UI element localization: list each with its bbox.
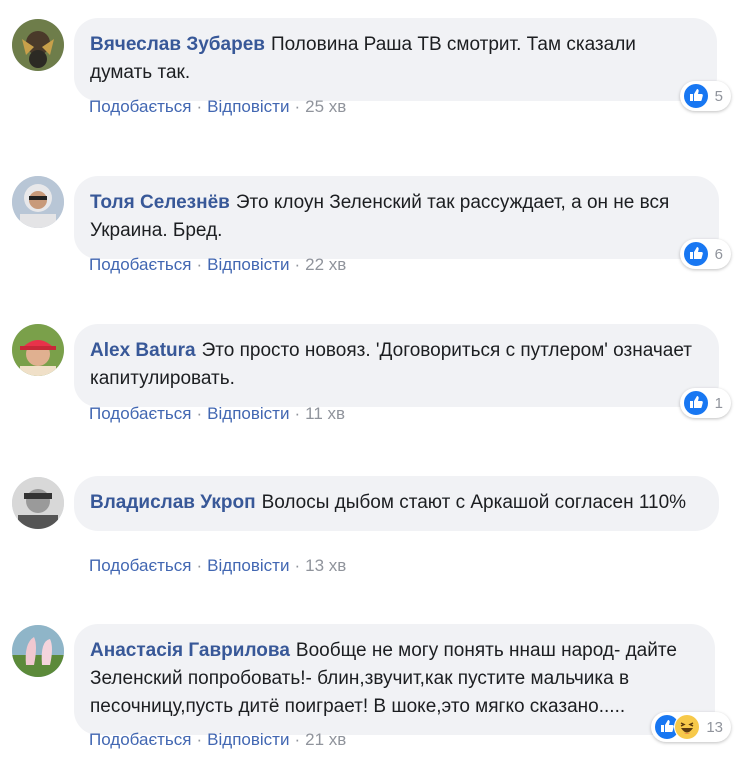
separator: ·	[196, 556, 203, 575]
comment-bubble: Alex Batura Это просто новояз. 'Договорит…	[74, 324, 719, 407]
avatar[interactable]	[12, 625, 64, 677]
like-icon	[682, 390, 709, 416]
reaction-count: 5	[714, 87, 723, 105]
comment-author[interactable]: Толя Селезнёв	[90, 192, 230, 213]
comment-actions: Подобається · Відповісти · 11 хв	[89, 404, 345, 424]
comment-bubble: Анастасія Гаврилова Вообще не могу понять…	[74, 624, 715, 735]
comment-actions: Подобається · Відповісти · 22 хв	[89, 255, 346, 275]
comment-actions: Подобається · Відповісти · 21 хв	[89, 730, 346, 750]
like-icon	[682, 241, 709, 267]
separator: ·	[196, 730, 203, 749]
comment-bubble: Толя Селезнёв Это клоун Зеленский так рас…	[74, 176, 719, 259]
like-link[interactable]: Подобається	[89, 97, 192, 116]
reaction-summary[interactable]: 13	[651, 712, 731, 742]
like-link[interactable]: Подобається	[89, 404, 192, 423]
reply-link[interactable]: Відповісти	[207, 556, 289, 575]
reply-link[interactable]: Відповісти	[207, 97, 289, 116]
comment-author[interactable]: Alex Batura	[90, 340, 196, 361]
haha-icon	[674, 714, 701, 740]
comment-time[interactable]: 11 хв	[305, 404, 345, 423]
reaction-count: 6	[714, 245, 723, 263]
reaction-summary[interactable]: 6	[679, 239, 731, 269]
comment-author[interactable]: Вячеслав Зубарев	[90, 34, 265, 55]
like-icon	[682, 83, 709, 109]
comment-actions: Подобається · Відповісти · 25 хв	[89, 97, 346, 117]
comment-time[interactable]: 13 хв	[305, 556, 346, 575]
reply-link[interactable]: Відповісти	[207, 404, 289, 423]
separator: ·	[196, 97, 203, 116]
comment-time[interactable]: 21 хв	[305, 730, 346, 749]
separator: ·	[196, 255, 203, 274]
separator: ·	[294, 556, 301, 575]
comment-author[interactable]: Анастасія Гаврилова	[90, 640, 290, 661]
separator: ·	[294, 97, 301, 116]
comment-time[interactable]: 25 хв	[305, 97, 346, 116]
comment-bubble: Владислав Укроп Волосы дыбом стают с Арка…	[74, 476, 719, 531]
reaction-summary[interactable]: 1	[679, 388, 731, 418]
separator: ·	[294, 255, 301, 274]
reply-link[interactable]: Відповісти	[207, 730, 289, 749]
avatar[interactable]	[12, 477, 64, 529]
comment-text: Волосы дыбом стают с Аркашой согласен 11…	[261, 492, 687, 513]
like-link[interactable]: Подобається	[89, 556, 192, 575]
like-link[interactable]: Подобається	[89, 730, 192, 749]
reply-link[interactable]: Відповісти	[207, 255, 289, 274]
separator: ·	[294, 404, 301, 423]
separator: ·	[294, 730, 301, 749]
like-link[interactable]: Подобається	[89, 255, 192, 274]
separator: ·	[196, 404, 203, 423]
comment-actions: Подобається · Відповісти · 13 хв	[89, 556, 346, 576]
reaction-count: 1	[714, 394, 723, 412]
comment-author[interactable]: Владислав Укроп	[90, 492, 256, 513]
reaction-summary[interactable]: 5	[679, 81, 731, 111]
avatar[interactable]	[12, 324, 64, 376]
reaction-count: 13	[706, 718, 723, 736]
avatar[interactable]	[12, 176, 64, 228]
comment-time[interactable]: 22 хв	[305, 255, 346, 274]
avatar[interactable]	[12, 19, 64, 71]
comment-bubble: Вячеслав Зубарев Половина Раша ТВ смотрит…	[74, 18, 717, 101]
